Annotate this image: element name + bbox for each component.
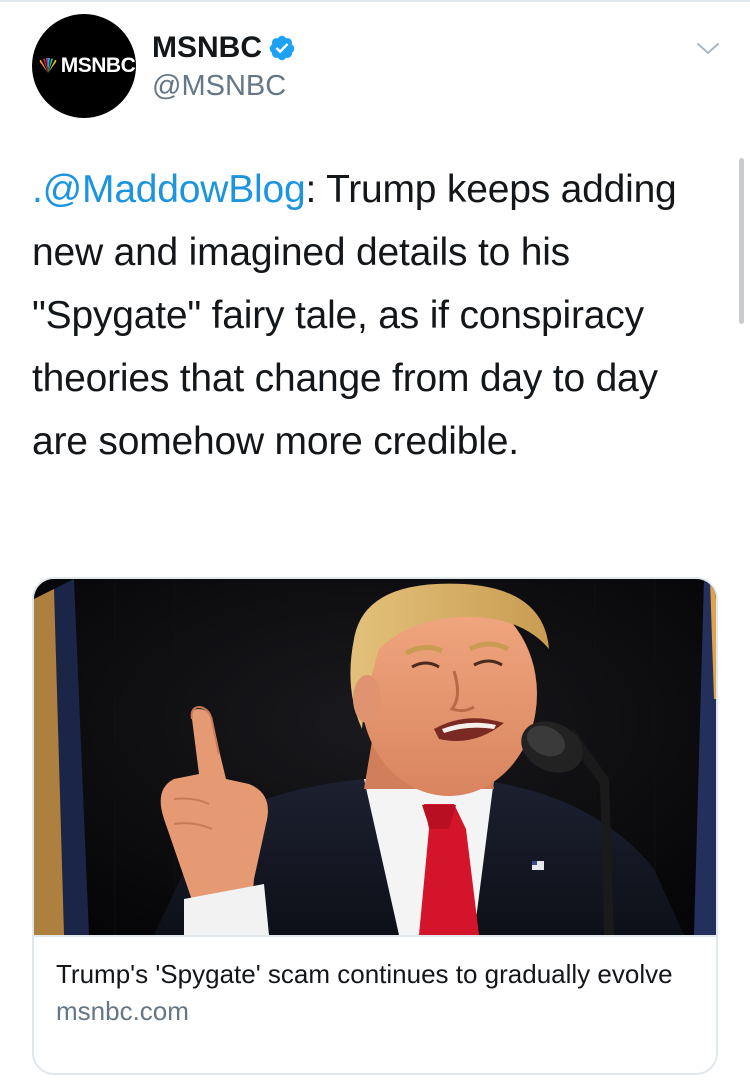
tweet-text: .@MaddowBlog: Trump keeps adding new and… bbox=[32, 158, 722, 473]
card-photo bbox=[34, 579, 716, 935]
display-name-row: MSNBC bbox=[152, 30, 296, 66]
tweet-header: MSNBC MSNBC @MSNBC bbox=[32, 14, 722, 124]
tweet-page: MSNBC MSNBC @MSNBC .@MaddowBlog: Trump k… bbox=[0, 0, 750, 1089]
avatar[interactable]: MSNBC bbox=[32, 14, 136, 118]
avatar-text: MSNBC bbox=[60, 54, 136, 77]
mention-link[interactable]: .@MaddowBlog bbox=[32, 168, 306, 211]
scrollbar[interactable] bbox=[739, 158, 744, 324]
verified-badge-icon bbox=[269, 35, 295, 61]
display-name[interactable]: MSNBC bbox=[152, 30, 262, 66]
card-domain: msnbc.com bbox=[56, 996, 189, 1026]
nbc-peacock-icon bbox=[39, 58, 57, 73]
account-handle[interactable]: @MSNBC bbox=[152, 68, 296, 104]
link-card[interactable]: Trump's 'Spygate' scam continues to grad… bbox=[32, 577, 718, 1075]
card-image[interactable] bbox=[34, 579, 716, 935]
card-body[interactable]: Trump's 'Spygate' scam continues to grad… bbox=[34, 935, 716, 1073]
account-names: MSNBC @MSNBC bbox=[152, 30, 296, 104]
chevron-down-icon[interactable] bbox=[694, 34, 722, 62]
top-divider bbox=[0, 0, 750, 2]
card-title[interactable]: Trump's 'Spygate' scam continues to grad… bbox=[56, 957, 694, 991]
avatar-logo: MSNBC bbox=[37, 54, 136, 78]
tweet-body: : Trump keeps adding new and imagined de… bbox=[32, 168, 677, 463]
